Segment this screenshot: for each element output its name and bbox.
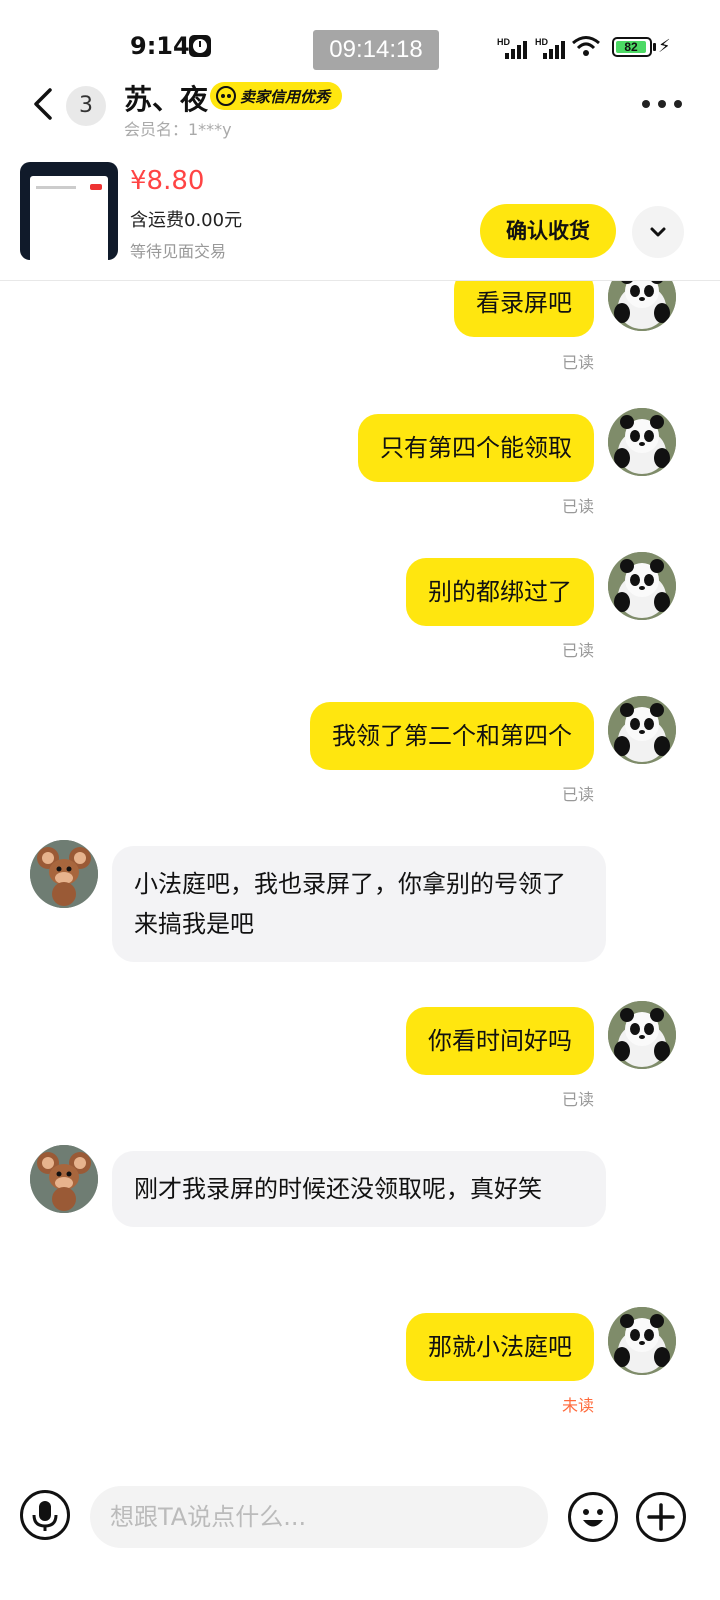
message-bubble-outgoing[interactable]: 别的都绑过了 bbox=[406, 558, 594, 626]
unread-receipt: 未读 bbox=[561, 1396, 594, 1415]
read-receipt: 已读 bbox=[561, 353, 594, 372]
message-bubble-incoming[interactable]: 小法庭吧，我也录屏了，你拿别的号领了来搞我是吧 bbox=[112, 846, 606, 962]
message-bubble-outgoing[interactable]: 你看时间好吗 bbox=[406, 1007, 594, 1075]
mic-icon bbox=[32, 1501, 58, 1531]
chevron-down-icon bbox=[650, 227, 666, 237]
product-thumbnail[interactable] bbox=[20, 162, 118, 260]
seller-name: 苏、夜 bbox=[124, 83, 209, 116]
avatar-mouse[interactable] bbox=[30, 840, 98, 908]
signal-icon: HD bbox=[497, 37, 527, 59]
voice-button[interactable] bbox=[20, 1490, 70, 1540]
message-bubble-outgoing[interactable]: 那就小法庭吧 bbox=[406, 1313, 594, 1381]
charging-icon: ⚡ bbox=[658, 36, 671, 57]
status-time: 9:14 bbox=[130, 32, 190, 60]
signal-icon: HD bbox=[535, 37, 565, 59]
avatar-panda[interactable] bbox=[608, 552, 676, 620]
alarm-icon bbox=[189, 35, 211, 57]
emoji-icon bbox=[583, 1509, 603, 1527]
message-bubble-outgoing[interactable]: 只有第四个能领取 bbox=[358, 414, 594, 482]
credit-badge[interactable]: 卖家信用优秀 bbox=[210, 82, 343, 110]
avatar-mouse[interactable] bbox=[30, 1145, 98, 1213]
screen-recorder-time: 09:14:18 bbox=[313, 30, 439, 70]
message-bubble-outgoing[interactable]: 我领了第二个和第四个 bbox=[310, 702, 594, 770]
plus-button[interactable] bbox=[636, 1492, 686, 1542]
back-icon[interactable] bbox=[26, 84, 62, 124]
read-receipt: 已读 bbox=[561, 785, 594, 804]
message-bubble-outgoing[interactable]: 看录屏吧 bbox=[454, 281, 594, 337]
read-receipt: 已读 bbox=[561, 641, 594, 660]
avatar-panda[interactable] bbox=[608, 1001, 676, 1069]
chat-area[interactable]: 看录屏吧 已读 只有第四个能领取 已读 别的都绑过了 已读 我领了第二个和第四个… bbox=[0, 281, 720, 1471]
battery-icon: 82 bbox=[612, 37, 656, 57]
shipping-fee: 含运费0.00元 bbox=[130, 210, 243, 231]
member-name: 会员名：1***y bbox=[124, 120, 232, 139]
read-receipt: 已读 bbox=[561, 1090, 594, 1109]
message-bubble-incoming[interactable]: 刚才我录屏的时候还没领取呢，真好笑 bbox=[112, 1151, 606, 1227]
avatar-panda[interactable] bbox=[608, 408, 676, 476]
unread-count-badge[interactable]: 3 bbox=[66, 86, 106, 126]
product-price: ¥8.80 bbox=[130, 166, 205, 196]
confirm-receipt-button[interactable]: 确认收货 bbox=[480, 204, 616, 258]
avatar-panda[interactable] bbox=[608, 1307, 676, 1375]
read-receipt: 已读 bbox=[561, 497, 594, 516]
expand-button[interactable] bbox=[632, 206, 684, 258]
more-icon[interactable] bbox=[642, 100, 682, 110]
avatar-panda[interactable] bbox=[608, 696, 676, 764]
wifi-icon bbox=[572, 36, 600, 56]
credit-badge-label: 卖家信用优秀 bbox=[240, 87, 331, 106]
smiley-icon bbox=[216, 86, 236, 106]
emoji-button[interactable] bbox=[568, 1492, 618, 1542]
trade-status: 等待见面交易 bbox=[130, 242, 227, 261]
avatar-panda[interactable] bbox=[608, 281, 676, 331]
message-input[interactable] bbox=[90, 1486, 548, 1548]
plus-icon bbox=[647, 1503, 675, 1531]
